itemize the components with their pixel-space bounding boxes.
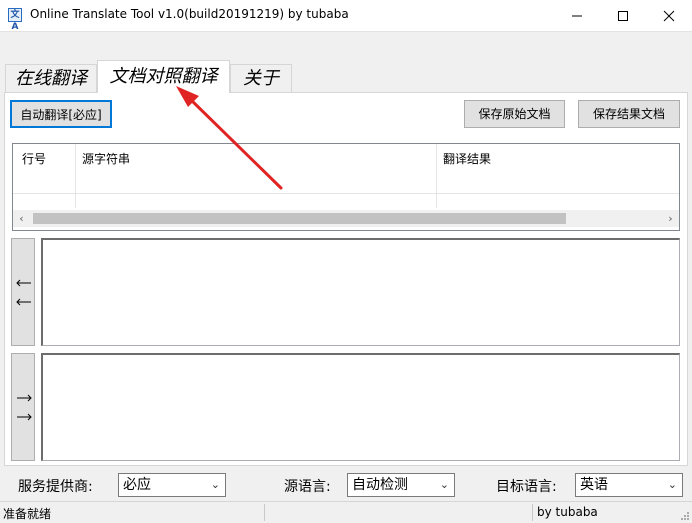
- minimize-icon: [572, 15, 582, 16]
- maximize-icon: [618, 10, 628, 21]
- tab-about[interactable]: 关于: [230, 64, 292, 92]
- scroll-thumb[interactable]: [33, 213, 566, 224]
- target-language-select[interactable]: 英语 ⌄: [575, 473, 683, 497]
- scroll-right-icon[interactable]: ›: [662, 210, 679, 227]
- translate-app-icon: 文A: [8, 8, 22, 32]
- maximize-button[interactable]: [600, 0, 646, 31]
- column-header-line-number[interactable]: 行号: [22, 150, 46, 167]
- chevron-down-icon: ⌄: [667, 478, 677, 491]
- save-source-button[interactable]: 保存原始文档: [464, 100, 565, 128]
- provider-label: 服务提供商:: [18, 479, 93, 495]
- scroll-left-icon[interactable]: ‹: [13, 210, 30, 227]
- grid-row-divider: [13, 193, 679, 194]
- column-header-source[interactable]: 源字符串: [82, 150, 130, 167]
- source-text-area[interactable]: [41, 238, 680, 346]
- auto-translate-button[interactable]: 自动翻译[必应]: [10, 100, 112, 128]
- status-text: 准备就绪: [3, 507, 52, 521]
- title-bar: 文A Online Translate Tool v1.0(build20191…: [0, 0, 692, 32]
- chevron-down-icon: ⌄: [210, 478, 220, 491]
- close-icon: [663, 10, 675, 21]
- window-title: Online Translate Tool v1.0(build20191219…: [30, 7, 349, 21]
- horizontal-scrollbar[interactable]: ‹ ›: [13, 210, 679, 227]
- copy-to-target-button[interactable]: [11, 353, 35, 461]
- tab-online-translate[interactable]: 在线翻译: [5, 64, 97, 92]
- chevron-down-icon: ⌄: [439, 478, 449, 491]
- source-language-select[interactable]: 自动检测 ⌄: [347, 473, 455, 497]
- grid-column-line-number: 行号: [13, 144, 76, 208]
- status-author: by tubaba: [537, 505, 598, 519]
- provider-select[interactable]: 必应 ⌄: [118, 473, 226, 497]
- copy-to-source-button[interactable]: [11, 238, 35, 346]
- resize-grip-icon[interactable]: [680, 511, 690, 521]
- provider-value: 必应: [123, 477, 151, 493]
- grid-column-source: 源字符串: [76, 144, 437, 208]
- status-separator: [532, 504, 533, 521]
- target-language-label: 目标语言:: [496, 479, 557, 495]
- target-language-value: 英语: [580, 477, 608, 493]
- save-result-button[interactable]: 保存结果文档: [578, 100, 680, 128]
- close-button[interactable]: [646, 0, 692, 31]
- translation-grid[interactable]: 行号 源字符串 翻译结果 ‹ ›: [12, 143, 680, 231]
- status-bar: 准备就绪 by tubaba: [0, 501, 692, 523]
- source-language-value: 自动检测: [352, 477, 408, 493]
- double-right-arrow-icon: [17, 394, 32, 421]
- minimize-button[interactable]: [554, 0, 600, 31]
- grid-column-result: 翻译结果: [437, 144, 679, 208]
- result-text-area[interactable]: [41, 353, 680, 461]
- tab-document-translate[interactable]: 文档对照翻译: [97, 60, 230, 93]
- source-language-label: 源语言:: [284, 479, 331, 495]
- status-separator: [264, 504, 265, 521]
- column-header-result[interactable]: 翻译结果: [443, 150, 491, 167]
- double-left-arrow-icon: [16, 279, 31, 306]
